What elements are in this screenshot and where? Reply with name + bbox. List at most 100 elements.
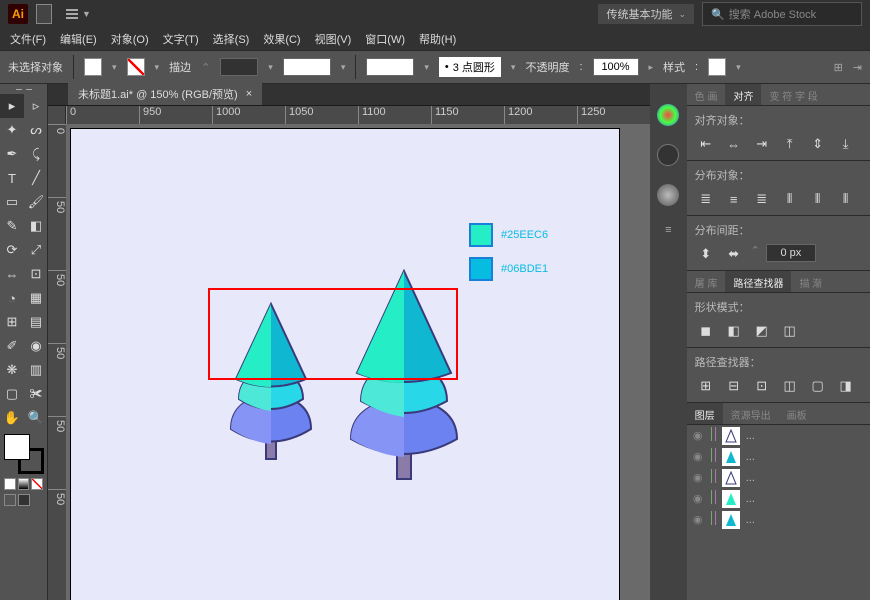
panel-tab-stroke[interactable]: 描 渐 xyxy=(791,271,830,292)
color-mode[interactable] xyxy=(4,478,16,490)
intersect[interactable]: ◩ xyxy=(751,321,773,341)
opacity-input[interactable] xyxy=(593,58,639,76)
divide[interactable]: ⊞ xyxy=(695,376,717,396)
curvature-tool[interactable]: ⤹ xyxy=(24,142,48,166)
gradient-tool[interactable]: ▤ xyxy=(24,310,48,334)
crop[interactable]: ◫ xyxy=(779,376,801,396)
screen-full[interactable] xyxy=(18,494,30,506)
align-bottom[interactable]: ⤓ xyxy=(835,134,857,154)
dist-vcenter[interactable]: ≡ xyxy=(723,189,745,209)
lasso-tool[interactable]: ᔕ xyxy=(24,118,48,142)
eraser-tool[interactable]: ◧ xyxy=(24,214,48,238)
magic-wand-tool[interactable]: ✦ xyxy=(0,118,24,142)
prefs-icon[interactable]: ⊞ xyxy=(834,61,843,74)
layer-row[interactable]: ◉ ... xyxy=(687,509,870,530)
dist-hcenter[interactable]: ⦀ xyxy=(807,189,829,209)
rotate-tool[interactable]: ⟳ xyxy=(0,238,24,262)
symbols-panel-icon[interactable]: ≡ xyxy=(665,224,671,236)
panel-tab-align[interactable]: 对齐 xyxy=(725,84,761,105)
dist-right[interactable]: ⦀ xyxy=(835,189,857,209)
brush-dropdown[interactable] xyxy=(283,58,331,76)
menu-effect[interactable]: 效果(C) xyxy=(257,31,306,47)
panel-tab-transform[interactable]: 变 符 字 段 xyxy=(761,84,825,105)
close-icon[interactable]: × xyxy=(246,88,252,100)
mesh-tool[interactable]: ⊞ xyxy=(0,310,24,334)
gradient-mode[interactable] xyxy=(18,478,30,490)
menu-file[interactable]: 文件(F) xyxy=(4,31,52,47)
color-panel-icon[interactable] xyxy=(657,104,679,126)
outline[interactable]: ▢ xyxy=(807,376,829,396)
eyedropper-tool[interactable]: ✐ xyxy=(0,334,24,358)
paintbrush-tool[interactable]: 🖌 xyxy=(24,190,48,214)
layer-row[interactable]: ◉ ... xyxy=(687,425,870,446)
free-transform-tool[interactable]: ⊡ xyxy=(24,262,48,286)
dist-space-v[interactable]: ⬍ xyxy=(695,244,717,264)
menu-object[interactable]: 对象(O) xyxy=(105,31,155,47)
workspace-selector[interactable]: 传统基本功能 ⌄ xyxy=(598,4,694,24)
merge[interactable]: ⊡ xyxy=(751,376,773,396)
panel-tab-asset[interactable]: 资源导出 xyxy=(723,403,779,424)
doc-setup-icon[interactable]: ⇥ xyxy=(853,61,862,74)
layer-row[interactable]: ◉ ... xyxy=(687,467,870,488)
brushes-panel-icon[interactable] xyxy=(657,184,679,206)
unite[interactable]: ◼ xyxy=(695,321,717,341)
menu-select[interactable]: 选择(S) xyxy=(207,31,256,47)
selection-tool[interactable]: ▸ xyxy=(0,94,24,118)
layer-row[interactable]: ◉ ... xyxy=(687,446,870,467)
align-vcenter[interactable]: ⇕ xyxy=(807,134,829,154)
align-left[interactable]: ⇤ xyxy=(695,134,717,154)
arrange-menu[interactable]: ▼ xyxy=(60,7,97,21)
align-top[interactable]: ⤒ xyxy=(779,134,801,154)
graph-tool[interactable]: ▥ xyxy=(24,358,48,382)
style-swatch[interactable] xyxy=(708,58,726,76)
shaper-tool[interactable]: ✎ xyxy=(0,214,24,238)
align-hcenter[interactable]: ⇔ xyxy=(723,134,745,154)
menu-window[interactable]: 窗口(W) xyxy=(359,31,411,47)
search-input[interactable]: 🔍 搜索 Adobe Stock xyxy=(702,2,862,26)
slice-tool[interactable]: ✀ xyxy=(24,382,48,406)
brush-profile[interactable]: •3 点圆形 xyxy=(439,57,501,77)
panel-tab-pathfinder[interactable]: 路径查找器 xyxy=(725,271,791,292)
panel-tab-layers[interactable]: 图层 xyxy=(687,403,723,424)
dist-bottom[interactable]: ≣ xyxy=(751,189,773,209)
menu-type[interactable]: 文字(T) xyxy=(157,31,205,47)
fill-stroke-control[interactable] xyxy=(4,434,44,474)
menu-edit[interactable]: 编辑(E) xyxy=(54,31,103,47)
layer-row[interactable]: ◉ ... xyxy=(687,488,870,509)
trim[interactable]: ⊟ xyxy=(723,376,745,396)
scale-tool[interactable]: ⤢ xyxy=(24,238,48,262)
minus-back[interactable]: ◨ xyxy=(835,376,857,396)
menu-help[interactable]: 帮助(H) xyxy=(413,31,462,47)
align-right[interactable]: ⇥ xyxy=(751,134,773,154)
menu-view[interactable]: 视图(V) xyxy=(309,31,358,47)
doc-icon[interactable] xyxy=(36,4,52,24)
dist-top[interactable]: ≣ xyxy=(695,189,717,209)
exclude[interactable]: ◫ xyxy=(779,321,801,341)
dist-space-h[interactable]: ⬌ xyxy=(723,244,745,264)
fill-swatch[interactable] xyxy=(84,58,102,76)
width-profile-dropdown[interactable] xyxy=(366,58,414,76)
rectangle-tool[interactable]: ▭ xyxy=(0,190,24,214)
pen-tool[interactable]: ✒ xyxy=(0,142,24,166)
screen-normal[interactable] xyxy=(4,494,16,506)
zoom-tool[interactable]: 🔍 xyxy=(24,406,48,430)
panel-tab-layers2[interactable]: 屠 库 xyxy=(687,271,726,292)
line-tool[interactable]: ╱ xyxy=(24,166,48,190)
symbol-sprayer-tool[interactable]: ❋ xyxy=(0,358,24,382)
minus-front[interactable]: ◧ xyxy=(723,321,745,341)
stroke-weight-input[interactable] xyxy=(220,58,258,76)
shape-builder-tool[interactable]: ◔ xyxy=(0,286,24,310)
canvas[interactable]: #25EEC6 #06BDE1 xyxy=(66,124,650,600)
width-tool[interactable]: ⇔ xyxy=(0,262,24,286)
direct-selection-tool[interactable]: ▹ xyxy=(24,94,48,118)
panel-tab-color[interactable]: 色 画 xyxy=(687,84,726,105)
hand-tool[interactable]: ✋ xyxy=(0,406,24,430)
artboard-tool[interactable]: ▢ xyxy=(0,382,24,406)
none-mode[interactable] xyxy=(31,478,43,490)
blend-tool[interactable]: ◉ xyxy=(24,334,48,358)
dist-left[interactable]: ⦀ xyxy=(779,189,801,209)
stroke-swatch[interactable] xyxy=(127,58,145,76)
perspective-tool[interactable]: ▦ xyxy=(24,286,48,310)
type-tool[interactable]: T xyxy=(0,166,24,190)
document-tab[interactable]: 未标题1.ai* @ 150% (RGB/预览) × xyxy=(68,83,262,105)
